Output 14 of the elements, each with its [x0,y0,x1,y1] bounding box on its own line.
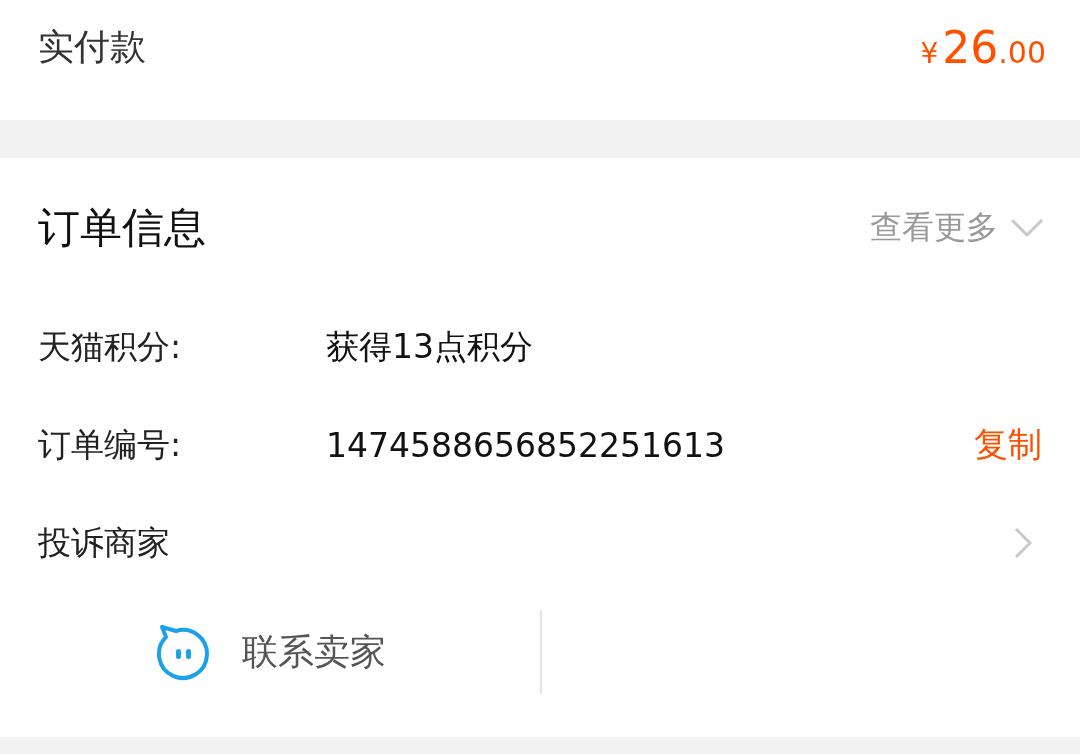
view-more-button[interactable]: 查看更多 [870,206,1044,250]
chat-face-icon [154,623,212,681]
field-label: 天猫积分: [38,325,183,368]
field-label: 投诉商家 [38,521,171,564]
contact-seller-button[interactable]: 联系卖家 [0,623,540,681]
chevron-right-icon[interactable] [1014,527,1032,559]
payment-label: 实付款 [38,24,146,69]
copy-button[interactable]: 复制 [974,422,1042,468]
section-title: 订单信息 [38,202,206,254]
chevron-down-icon [1010,218,1044,238]
payment-amount: ¥26.00 [920,21,1046,73]
field-value: 获得13点积分 [326,325,534,368]
field-value: 1474588656852251613 [326,425,726,465]
field-label: 订单编号: [38,423,183,466]
